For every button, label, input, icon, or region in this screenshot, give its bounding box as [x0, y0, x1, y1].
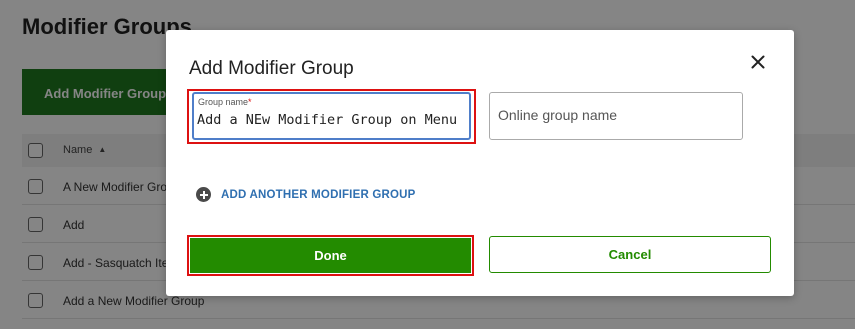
add-modifier-group-dialog: Add Modifier Group Group name* ADD ANOTH… [166, 30, 794, 296]
add-another-modifier-group-link[interactable]: ADD ANOTHER MODIFIER GROUP [196, 187, 416, 202]
online-group-name-input[interactable] [498, 107, 728, 123]
group-name-label: Group name* [198, 97, 252, 107]
group-name-label-text: Group name [198, 97, 249, 107]
online-group-name-field[interactable] [489, 92, 743, 140]
add-another-label: ADD ANOTHER MODIFIER GROUP [221, 188, 416, 201]
dialog-title: Add Modifier Group [189, 58, 354, 79]
done-button[interactable]: Done [190, 238, 471, 273]
close-icon [751, 55, 765, 69]
close-button[interactable] [746, 50, 770, 74]
group-name-field[interactable]: Group name* [192, 92, 471, 140]
required-marker: * [248, 97, 252, 107]
group-name-input[interactable] [197, 112, 463, 128]
plus-circle-icon [196, 187, 211, 202]
cancel-button[interactable]: Cancel [489, 236, 771, 273]
